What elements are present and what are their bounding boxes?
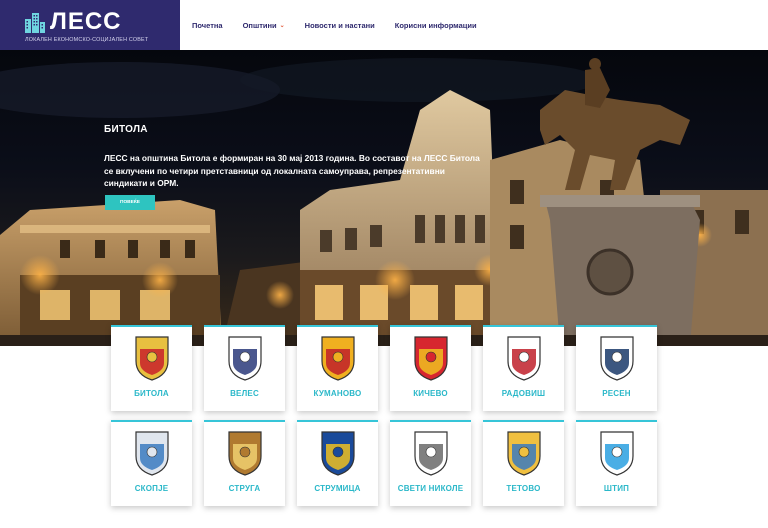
tetovo-coat-of-arms-icon [507,431,541,476]
municipality-card-11[interactable]: ТЕТОВО [483,420,564,506]
hero-description: ЛЕСС на општина Битола е формиран на 30 … [104,153,480,188]
logo-title: ЛЕСС [50,8,122,35]
site-header: ЛЕСС ЛОКАЛЕН ЕКОНОМСКО-СОЦИЈАЛЕН СОВЕТ П… [0,0,768,50]
logo-subtitle: ЛОКАЛЕН ЕКОНОМСКО-СОЦИЈАЛЕН СОВЕТ [25,37,149,43]
municipality-name: БИТОЛА [134,389,169,398]
nav-municipalities-label: Општини [242,20,277,30]
skopje-coat-of-arms-icon [135,431,169,476]
municipality-card-10[interactable]: СВЕТИ НИКОЛЕ [390,420,471,506]
hero-banner: БИТОЛА ЛЕСС на општина Битола е формиран… [0,50,768,346]
resen-coat-of-arms-icon [600,336,634,381]
municipality-card-9[interactable]: СТРУМИЦА [297,420,378,506]
more-button[interactable]: ПОВЕЌЕ [105,195,155,210]
nav-home[interactable]: Почетна [180,21,233,30]
kumanovo-coat-of-arms-icon [321,336,355,381]
municipality-name: СТРУМИЦА [314,484,361,493]
nav-municipalities[interactable]: Општини ⌄ [233,21,295,30]
municipality-name: ТЕТОВО [506,484,541,493]
nav-news-events[interactable]: Новости и настани [295,21,385,30]
nav-home-label: Почетна [192,20,223,30]
sveti-nikole-coat-of-arms-icon [414,431,448,476]
municipality-name: СВЕТИ НИКОЛЕ [397,484,464,493]
hero-title: БИТОЛА [104,124,148,135]
main-nav: Почетна Општини ⌄ Новости и настани Корис… [180,0,487,50]
nav-useful-info[interactable]: Корисни информации [385,21,487,30]
bitola-coat-of-arms-icon [135,336,169,381]
veles-coat-of-arms-icon [228,336,262,381]
strumica-coat-of-arms-icon [321,431,355,476]
struga-coat-of-arms-icon [228,431,262,476]
site-logo[interactable]: ЛЕСС ЛОКАЛЕН ЕКОНОМСКО-СОЦИЈАЛЕН СОВЕТ [0,0,180,50]
municipality-card-6[interactable]: РЕСЕН [576,325,657,411]
municipality-name: КУМАНОВО [313,389,362,398]
municipality-name: КИЧЕВО [413,389,448,398]
nav-news-label: Новости и настани [304,20,375,30]
municipality-card-1[interactable]: БИТОЛА [111,325,192,411]
municipality-card-5[interactable]: РАДОВИШ [483,325,564,411]
municipality-name: ШТИП [603,484,630,493]
municipality-card-12[interactable]: ШТИП [576,420,657,506]
municipality-name: РЕСЕН [602,389,631,398]
municipality-name: СКОПЈЕ [134,484,169,493]
municipality-name: СТРУГА [228,484,261,493]
chevron-down-icon: ⌄ [279,22,285,29]
municipality-card-2[interactable]: ВЕЛЕС [204,325,285,411]
municipality-card-4[interactable]: КИЧЕВО [390,325,471,411]
municipality-name: ВЕЛЕС [230,389,259,398]
radovish-coat-of-arms-icon [507,336,541,381]
kichevo-coat-of-arms-icon [414,336,448,381]
city-buildings-icon [25,13,45,33]
municipality-name: РАДОВИШ [501,389,546,398]
municipality-card-7[interactable]: СКОПЈЕ [111,420,192,506]
shtip-coat-of-arms-icon [600,431,634,476]
nav-info-label: Корисни информации [394,20,477,30]
municipality-card-8[interactable]: СТРУГА [204,420,285,506]
municipality-card-3[interactable]: КУМАНОВО [297,325,378,411]
